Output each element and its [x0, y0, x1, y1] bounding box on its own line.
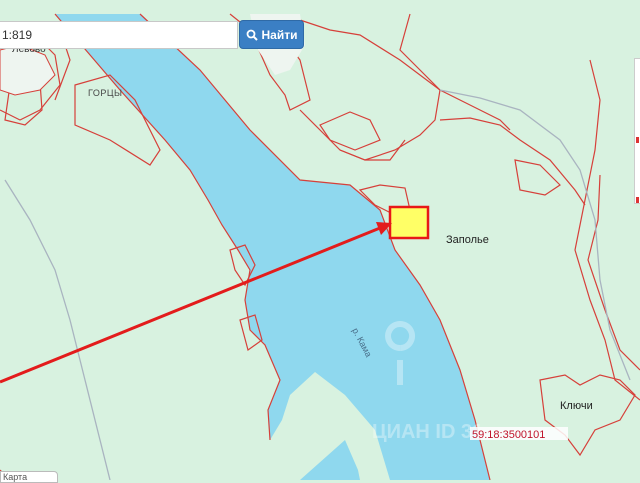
place-label-gortsy: ГОРЦЫ: [88, 88, 123, 98]
search-bar: [0, 21, 238, 49]
cadastral-map[interactable]: Лёвово ГОРЦЫ Заполье Ключи р. Кама ЦИАН …: [0, 0, 640, 480]
panel-marker: [636, 197, 639, 203]
highlighted-parcel[interactable]: [388, 205, 430, 240]
search-button[interactable]: Найти: [239, 20, 304, 49]
search-input[interactable]: [0, 22, 237, 48]
search-icon: [246, 29, 258, 41]
cadastral-number-label: 59:18:3500101: [472, 429, 545, 441]
right-side-panel[interactable]: [634, 58, 640, 204]
search-button-label: Найти: [261, 27, 298, 42]
bottom-tab[interactable]: Карта: [0, 471, 58, 483]
panel-marker: [636, 137, 639, 143]
place-label-zapolye: Заполье: [446, 234, 489, 246]
place-label-klyuchi: Ключи: [560, 400, 593, 412]
